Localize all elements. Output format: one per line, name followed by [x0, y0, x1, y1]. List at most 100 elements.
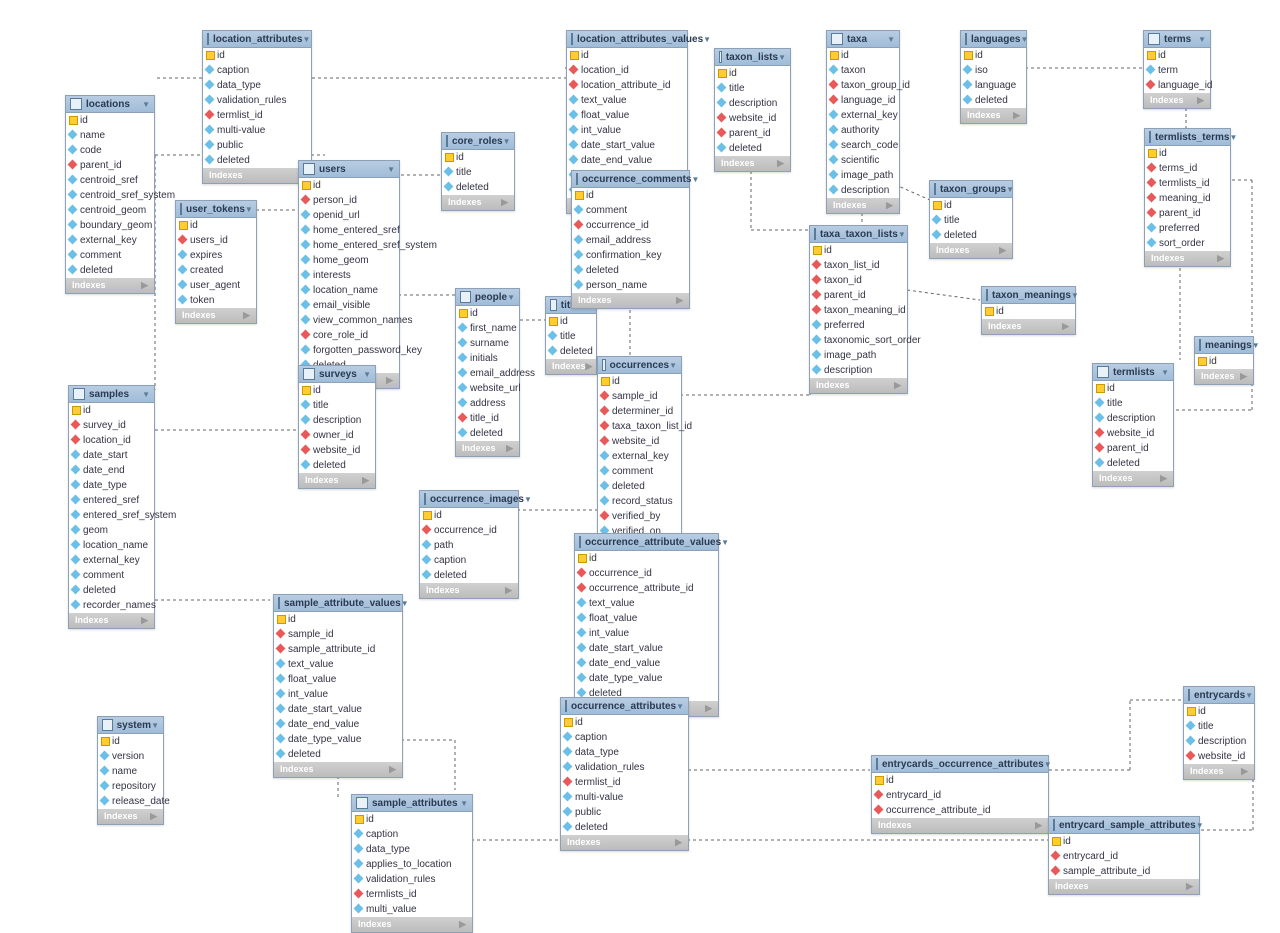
- column[interactable]: determiner_id: [598, 404, 681, 419]
- column[interactable]: id: [420, 508, 518, 523]
- column[interactable]: interests: [299, 268, 399, 283]
- table-header[interactable]: samples▼: [69, 386, 154, 403]
- column[interactable]: website_id: [598, 434, 681, 449]
- expand-icon[interactable]: ▶: [506, 443, 513, 454]
- column[interactable]: occurrence_id: [420, 523, 518, 538]
- column[interactable]: title: [1093, 396, 1173, 411]
- column[interactable]: comment: [69, 568, 154, 583]
- column[interactable]: occurrence_id: [575, 566, 718, 581]
- table-sample_attribute_values[interactable]: sample_attribute_values▼idsample_idsampl…: [273, 594, 403, 778]
- column[interactable]: token: [176, 293, 256, 308]
- column[interactable]: multi-value: [203, 123, 311, 138]
- table-sample_attributes[interactable]: sample_attributes▼idcaptiondata_typeappl…: [351, 794, 473, 933]
- column[interactable]: description: [810, 363, 907, 378]
- column[interactable]: occurrence_id: [572, 218, 689, 233]
- column[interactable]: owner_id: [299, 428, 375, 443]
- column[interactable]: multi_value: [352, 902, 472, 917]
- column[interactable]: caption: [420, 553, 518, 568]
- table-header[interactable]: entrycards_occurrence_attributes▼: [872, 756, 1048, 773]
- table-taxon_meanings[interactable]: taxon_meanings▼idIndexes▶: [981, 286, 1076, 335]
- expand-icon[interactable]: ▶: [1240, 371, 1247, 382]
- collapse-icon[interactable]: ▼: [1245, 691, 1253, 700]
- expand-icon[interactable]: ▶: [141, 280, 148, 291]
- table-core_roles[interactable]: core_roles▼idtitledeletedIndexes▶: [441, 132, 515, 211]
- column[interactable]: centroid_sref_system: [66, 188, 154, 203]
- column[interactable]: description: [1184, 734, 1254, 749]
- table-header[interactable]: core_roles▼: [442, 133, 514, 150]
- column[interactable]: occurrence_attribute_id: [872, 803, 1048, 818]
- table-entrycard_sample_attributes[interactable]: entrycard_sample_attributes▼identrycard_…: [1048, 816, 1200, 895]
- column[interactable]: date_start_value: [274, 702, 402, 717]
- column[interactable]: sample_attribute_id: [1049, 864, 1199, 879]
- column[interactable]: validation_rules: [352, 872, 472, 887]
- column[interactable]: website_id: [1184, 749, 1254, 764]
- expand-icon[interactable]: ▶: [1062, 321, 1069, 332]
- expand-icon[interactable]: ▶: [459, 919, 466, 930]
- column[interactable]: date_type: [69, 478, 154, 493]
- collapse-icon[interactable]: ▼: [302, 35, 310, 44]
- column[interactable]: website_id: [299, 443, 375, 458]
- collapse-icon[interactable]: ▼: [401, 599, 409, 608]
- table-header[interactable]: location_attributes_values▼: [567, 31, 687, 48]
- column[interactable]: int_value: [575, 626, 718, 641]
- expand-icon[interactable]: ▶: [1186, 881, 1193, 892]
- column[interactable]: taxon_list_id: [810, 258, 907, 273]
- table-header[interactable]: entrycards▼: [1184, 687, 1254, 704]
- indexes-section[interactable]: Indexes▶: [176, 308, 256, 323]
- table-occurrence_attributes[interactable]: occurrence_attributes▼idcaptiondata_type…: [560, 697, 689, 851]
- indexes-section[interactable]: Indexes▶: [572, 293, 689, 308]
- column[interactable]: termlists_id: [1145, 176, 1230, 191]
- column[interactable]: deleted: [572, 263, 689, 278]
- collapse-icon[interactable]: ▼: [1071, 291, 1079, 300]
- column[interactable]: id: [1184, 704, 1254, 719]
- column[interactable]: deleted: [274, 747, 402, 762]
- table-taxon_lists[interactable]: taxon_lists▼idtitledescriptionwebsite_id…: [714, 48, 791, 172]
- expand-icon[interactable]: ▶: [243, 310, 250, 321]
- column[interactable]: data_type: [203, 78, 311, 93]
- column[interactable]: first_name: [456, 321, 519, 336]
- table-header[interactable]: taxa_taxon_lists▼: [810, 226, 907, 243]
- column[interactable]: id: [456, 306, 519, 321]
- collapse-icon[interactable]: ▼: [507, 293, 515, 302]
- expand-icon[interactable]: ▶: [501, 197, 508, 208]
- table-location_attributes[interactable]: location_attributes▼idcaptiondata_typeva…: [202, 30, 312, 184]
- column[interactable]: id: [299, 178, 399, 193]
- column[interactable]: email_address: [456, 366, 519, 381]
- column[interactable]: taxon: [827, 63, 899, 78]
- table-occurrence_images[interactable]: occurrence_images▼idoccurrence_idpathcap…: [419, 490, 519, 599]
- table-termlists[interactable]: termlists▼idtitledescriptionwebsite_idpa…: [1092, 363, 1174, 487]
- column[interactable]: id: [810, 243, 907, 258]
- column[interactable]: view_common_names: [299, 313, 399, 328]
- column[interactable]: user_agent: [176, 278, 256, 293]
- column[interactable]: location_attribute_id: [567, 78, 687, 93]
- indexes-section[interactable]: Indexes▶: [982, 319, 1075, 334]
- expand-icon[interactable]: ▶: [386, 375, 393, 386]
- column[interactable]: name: [66, 128, 154, 143]
- column[interactable]: repository: [98, 779, 163, 794]
- collapse-icon[interactable]: ▼: [524, 495, 532, 504]
- column[interactable]: deleted: [598, 479, 681, 494]
- column[interactable]: public: [203, 138, 311, 153]
- column[interactable]: data_type: [352, 842, 472, 857]
- column[interactable]: id: [98, 734, 163, 749]
- column[interactable]: id: [1195, 354, 1253, 369]
- column[interactable]: data_type: [561, 745, 688, 760]
- column[interactable]: text_value: [575, 596, 718, 611]
- expand-icon[interactable]: ▶: [505, 585, 512, 596]
- table-locations[interactable]: locations▼idnamecodeparent_idcentroid_sr…: [65, 95, 155, 294]
- column[interactable]: deleted: [715, 141, 790, 156]
- indexes-section[interactable]: Indexes▶: [1049, 879, 1199, 894]
- collapse-icon[interactable]: ▼: [363, 370, 371, 379]
- column[interactable]: title: [715, 81, 790, 96]
- column[interactable]: terms_id: [1145, 161, 1230, 176]
- expand-icon[interactable]: ▶: [676, 295, 683, 306]
- column[interactable]: deleted: [69, 583, 154, 598]
- column[interactable]: parent_id: [1093, 441, 1173, 456]
- column[interactable]: date_end_value: [575, 656, 718, 671]
- collapse-icon[interactable]: ▼: [245, 205, 253, 214]
- column[interactable]: entrycard_id: [872, 788, 1048, 803]
- column[interactable]: person_id: [299, 193, 399, 208]
- column[interactable]: validation_rules: [203, 93, 311, 108]
- expand-icon[interactable]: ▶: [389, 764, 396, 775]
- column[interactable]: termlist_id: [203, 108, 311, 123]
